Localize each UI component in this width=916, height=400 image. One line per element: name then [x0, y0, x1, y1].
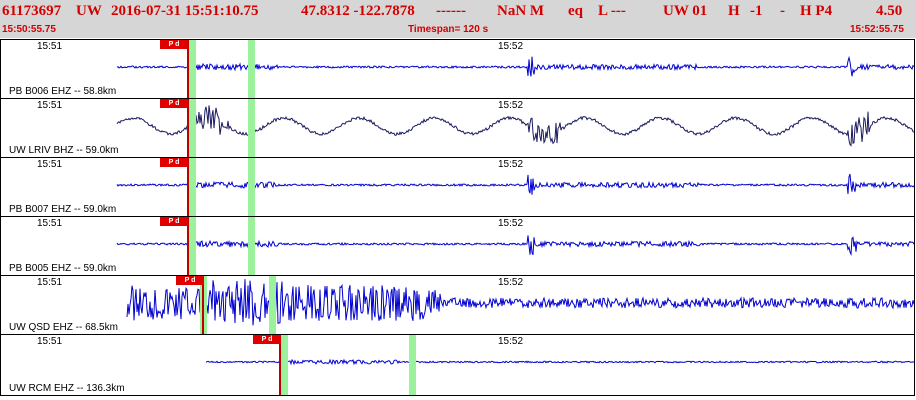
pick-marker-line[interactable] [279, 335, 281, 395]
event-id: 61173697 [2, 3, 62, 19]
timespan-label: Timespan= 120 s [408, 24, 489, 35]
arrival-window-marker [189, 217, 196, 275]
event-summary-line: 61173697 UW 2016-07-31 15:51:10.75 47.83… [0, 3, 916, 23]
waveform-trace [116, 55, 914, 85]
event-dash2: - [780, 3, 785, 19]
waveform-line [116, 225, 914, 257]
pick-flag[interactable]: P d [160, 40, 188, 49]
event-minus1: -1 [750, 3, 763, 19]
channel-label: PB B007 EHZ -- 59.0km [9, 204, 117, 215]
seismogram-panel[interactable]: P d 15:51 15:52 UW QSD EHZ -- 68.5km [0, 275, 915, 335]
waveform-trace [116, 225, 914, 257]
event-network: UW [76, 3, 102, 19]
waveform-trace [205, 348, 914, 374]
pick-flag[interactable]: P d [160, 99, 188, 108]
time-tick-label: 15:52 [498, 41, 524, 52]
time-tick-label: 15:52 [498, 100, 524, 111]
arrival-window-marker [248, 158, 255, 216]
pick-flag[interactable]: P d [160, 217, 188, 226]
time-tick-label: 15:51 [37, 336, 63, 347]
channel-label: UW QSD EHZ -- 68.5km [9, 322, 118, 333]
channel-label: PB B006 EHZ -- 58.8km [9, 86, 117, 97]
arrival-window-marker [281, 335, 288, 395]
waveform-trace [126, 279, 914, 327]
event-hp: H P4 [800, 3, 833, 19]
time-tick-label: 15:52 [498, 159, 524, 170]
waveform-trace [116, 105, 914, 147]
arrival-window-marker [269, 276, 276, 334]
event-magnitude: NaN M [497, 3, 545, 19]
waveform-line [205, 348, 914, 374]
arrival-window-marker [189, 40, 196, 98]
channel-label: UW RCM EHZ -- 136.3km [9, 383, 125, 394]
time-tick-label: 15:52 [498, 218, 524, 229]
time-tick-label: 15:51 [37, 100, 63, 111]
seismogram-panel[interactable]: P d 15:51 15:52 UW RCM EHZ -- 136.3km [0, 334, 915, 396]
pick-flag[interactable]: P d [253, 335, 281, 344]
event-latlon: 47.8312 -122.7878 [301, 3, 415, 19]
pick-flag[interactable]: P d [160, 158, 188, 167]
seismogram-panel[interactable]: P d 15:51 15:52 PB B006 EHZ -- 58.8km [0, 39, 915, 99]
arrival-window-marker [248, 99, 255, 157]
time-tick-label: 15:52 [498, 277, 524, 288]
event-dashes: ------ [436, 3, 466, 19]
event-source: UW 01 [663, 3, 708, 19]
arrival-window-marker [189, 99, 196, 157]
channel-label: PB B005 EHZ -- 59.0km [9, 263, 117, 274]
event-datetime: 2016-07-31 15:51:10.75 [111, 3, 259, 19]
time-tick-label: 15:51 [37, 159, 63, 170]
event-value: 4.50 [876, 3, 903, 19]
event-header: 61173697 UW 2016-07-31 15:51:10.75 47.83… [0, 0, 916, 38]
time-window-line: 15:50:55.75 Timespan= 120 s 15:52:55.75 [0, 24, 916, 38]
seismogram-panel[interactable]: P d 15:51 15:52 PB B007 EHZ -- 59.0km [0, 157, 915, 217]
time-tick-label: 15:51 [37, 218, 63, 229]
arrival-window-marker [189, 158, 196, 216]
start-time: 15:50:55.75 [2, 24, 56, 35]
event-h: H [728, 3, 740, 19]
seismogram-panel[interactable]: P d 15:51 15:52 UW LRIV BHZ -- 59.0km [0, 98, 915, 158]
event-flag: L --- [598, 3, 626, 19]
waveform-line [116, 105, 914, 147]
arrival-window-marker [248, 40, 255, 98]
time-tick-label: 15:51 [37, 277, 63, 288]
event-type: eq [568, 3, 583, 19]
seismogram-panel[interactable]: P d 15:51 15:52 PB B005 EHZ -- 59.0km [0, 216, 915, 276]
pick-flag[interactable]: P d [176, 276, 204, 285]
waveform-line [116, 173, 914, 203]
time-tick-label: 15:52 [498, 336, 524, 347]
arrival-window-marker [409, 335, 416, 395]
waveform-trace [116, 173, 914, 203]
time-tick-label: 15:51 [37, 41, 63, 52]
end-time: 15:52:55.75 [850, 24, 904, 35]
waveform-line [116, 55, 914, 85]
channel-label: UW LRIV BHZ -- 59.0km [9, 145, 119, 156]
seismogram-panels: P d 15:51 15:52 PB B006 EHZ -- 58.8km P … [0, 39, 916, 400]
arrival-window-marker [248, 217, 255, 275]
